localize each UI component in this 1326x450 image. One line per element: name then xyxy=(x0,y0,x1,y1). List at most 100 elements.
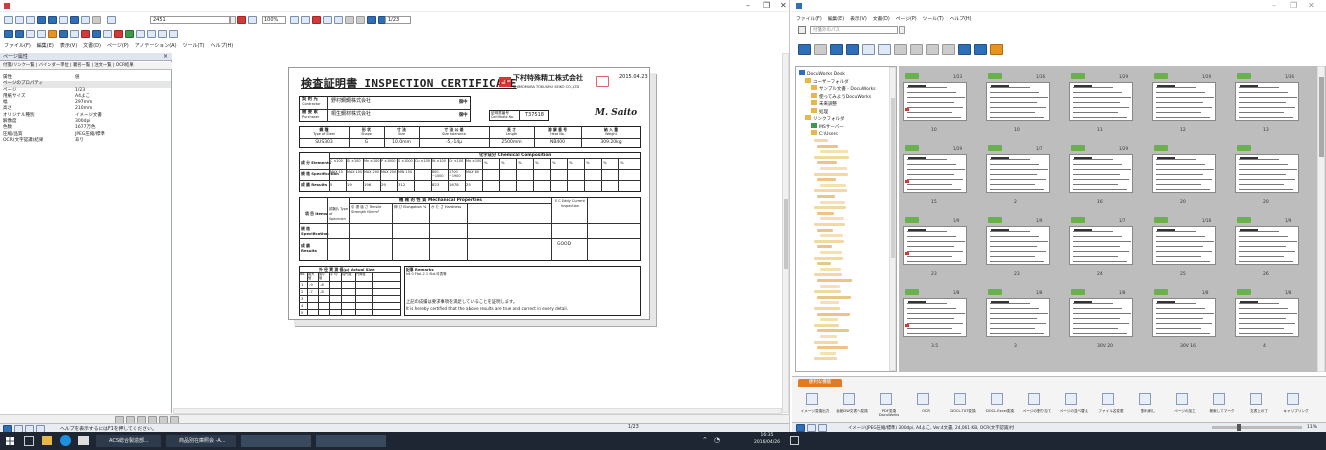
document-thumbnail[interactable] xyxy=(1069,226,1133,265)
function-icon[interactable] xyxy=(1213,393,1225,405)
blurred-tree-item[interactable] xyxy=(820,351,836,355)
document-thumbnail[interactable] xyxy=(986,154,1050,193)
document-thumbnail[interactable] xyxy=(903,298,967,337)
status-link-icon[interactable] xyxy=(36,424,45,432)
function-icon[interactable] xyxy=(991,393,1003,405)
desk-menu-view[interactable]: 表示(V) xyxy=(850,15,867,22)
blurred-tree-item[interactable] xyxy=(817,178,836,182)
blurred-tree-item[interactable] xyxy=(814,290,841,294)
close-icon[interactable]: ✕ xyxy=(780,0,787,12)
prev-page-icon[interactable] xyxy=(356,16,365,24)
export-icon[interactable] xyxy=(70,16,79,24)
link-icon[interactable] xyxy=(92,29,101,38)
page-input[interactable]: 2451 xyxy=(150,16,230,24)
clock-date[interactable]: 2016/04/26 xyxy=(752,440,782,445)
blurred-tree-item[interactable] xyxy=(817,245,832,249)
document-thumbnail[interactable] xyxy=(903,226,967,265)
menu-help[interactable]: ヘルプ(H) xyxy=(211,42,234,49)
taskbar-app-3[interactable] xyxy=(241,435,311,447)
blurred-tree-item[interactable] xyxy=(820,267,841,271)
desk-minimize-icon[interactable]: – xyxy=(1272,0,1276,12)
grid-icon[interactable] xyxy=(158,29,167,38)
desk-paste-icon[interactable] xyxy=(926,43,939,55)
line-icon[interactable] xyxy=(26,29,35,38)
document-thumbnail[interactable] xyxy=(1152,82,1216,121)
blurred-tree-item[interactable] xyxy=(817,312,850,316)
blurred-tree-item[interactable] xyxy=(820,251,842,254)
desk-window-icon[interactable] xyxy=(862,43,875,55)
desk-status-icon-2[interactable] xyxy=(807,424,816,432)
desk-menu-help[interactable]: ヘルプ(H) xyxy=(950,15,972,22)
blurred-tree-item[interactable] xyxy=(820,183,846,187)
thumbnail-scroll-thumb[interactable] xyxy=(1319,77,1324,157)
redo-icon[interactable] xyxy=(92,16,101,24)
status-doc-icon[interactable] xyxy=(3,424,12,432)
explorer-icon[interactable] xyxy=(42,436,52,445)
blurred-tree-item[interactable] xyxy=(814,189,847,193)
function-icon[interactable] xyxy=(1102,393,1114,405)
save-icon[interactable] xyxy=(4,16,13,24)
document-thumbnail[interactable] xyxy=(1069,154,1133,193)
panel-close-icon[interactable]: × xyxy=(163,53,168,60)
blurred-tree-item[interactable] xyxy=(814,307,840,310)
select-icon[interactable] xyxy=(323,16,332,24)
first-page-icon[interactable] xyxy=(345,16,354,24)
text-small-icon[interactable] xyxy=(15,29,24,38)
blurred-tree-item[interactable] xyxy=(820,284,840,288)
desk-folder-icon[interactable] xyxy=(830,43,843,55)
view-icon[interactable] xyxy=(37,16,46,24)
document-thumbnail[interactable] xyxy=(1152,298,1216,337)
document-thumbnail[interactable] xyxy=(1069,82,1133,121)
zoom-slider-thumb[interactable] xyxy=(1237,424,1241,431)
marker-icon[interactable] xyxy=(70,29,79,38)
desk-menu-tools[interactable]: ツール(T) xyxy=(923,15,944,22)
tray-people-icon[interactable]: ⌃ xyxy=(702,436,708,444)
document-thumbnail[interactable] xyxy=(1235,154,1299,193)
blurred-tree-item[interactable] xyxy=(817,346,848,350)
taskbar-app-2[interactable]: 商品別在庫照会 -A... xyxy=(166,435,236,447)
blurred-tree-item[interactable] xyxy=(814,155,849,159)
desk-table-icon[interactable] xyxy=(846,43,859,55)
desk-copy-icon[interactable] xyxy=(910,43,923,55)
tree-scrollbar[interactable] xyxy=(889,67,896,371)
vertical-scrollbar[interactable] xyxy=(782,53,789,413)
zoom-slider[interactable] xyxy=(1212,426,1302,429)
desk-menu-edit[interactable]: 編集(E) xyxy=(828,15,844,22)
blurred-tree-item[interactable] xyxy=(817,262,831,266)
check-icon[interactable] xyxy=(125,29,134,38)
blurred-tree-item[interactable] xyxy=(820,150,848,154)
zoom-fit-icon[interactable] xyxy=(237,16,246,24)
taskbar-app-4[interactable] xyxy=(316,435,386,447)
function-icon[interactable] xyxy=(1028,393,1040,405)
func-tab[interactable]: 便利な機能 xyxy=(798,379,842,387)
document-thumbnail[interactable] xyxy=(1069,298,1133,337)
function-icon[interactable] xyxy=(1287,393,1299,405)
hand-icon[interactable] xyxy=(312,16,321,24)
desk-menu-page[interactable]: ページ(P) xyxy=(896,15,917,22)
blurred-tree-item[interactable] xyxy=(814,206,846,210)
menu-file[interactable]: ファイル(F) xyxy=(4,42,31,49)
blurred-tree-item[interactable] xyxy=(817,144,838,148)
blurred-tree-item[interactable] xyxy=(814,256,843,260)
blurred-tree-item[interactable] xyxy=(817,295,851,299)
document-thumbnail[interactable] xyxy=(903,82,967,121)
blurred-tree-item[interactable] xyxy=(817,161,837,165)
page-input-dropdown[interactable] xyxy=(230,16,236,24)
stamp-icon[interactable] xyxy=(59,29,68,38)
search-dropdown[interactable] xyxy=(899,26,905,34)
tree-item[interactable]: C:\Users xyxy=(811,130,838,138)
taskbar-app-1[interactable]: ACS総合製造部... xyxy=(96,435,161,447)
menu-edit[interactable]: 編集(E) xyxy=(37,42,54,49)
function-icon[interactable] xyxy=(1176,393,1188,405)
import-icon[interactable] xyxy=(59,16,68,24)
rect-icon[interactable] xyxy=(37,29,46,38)
document-thumbnail[interactable] xyxy=(903,154,967,193)
desk-status-icon-3[interactable] xyxy=(818,424,827,432)
desk-menu-document[interactable]: 文書(D) xyxy=(873,15,890,22)
document-thumbnail[interactable] xyxy=(1152,154,1216,193)
panel-tabs[interactable]: 付箋/リンク一覧 | バインダー単位 | 署名一覧 | 注文一覧 | OCR結果 xyxy=(0,62,172,70)
action-center-icon[interactable] xyxy=(790,436,799,445)
blurred-tree-item[interactable] xyxy=(820,234,843,238)
document-thumbnail[interactable] xyxy=(1235,298,1299,337)
blurred-tree-item[interactable] xyxy=(814,273,842,277)
